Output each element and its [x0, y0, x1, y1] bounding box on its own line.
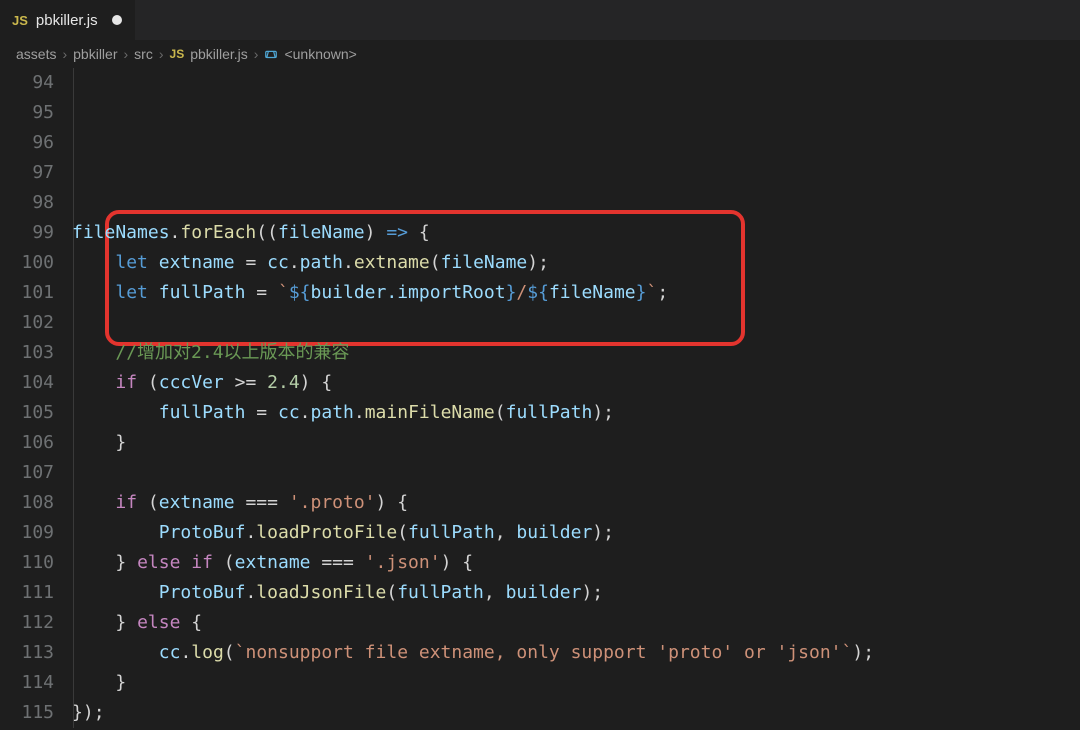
line-number: 100: [0, 248, 54, 278]
code-line[interactable]: });: [72, 698, 1080, 728]
code-line[interactable]: [72, 308, 1080, 338]
line-number: 94: [0, 68, 54, 98]
code-line[interactable]: if (extname === '.proto') {: [72, 488, 1080, 518]
line-number: 96: [0, 128, 54, 158]
breadcrumb-segment[interactable]: pbkiller: [73, 46, 117, 62]
code-line[interactable]: [72, 188, 1080, 218]
js-file-icon: JS: [170, 47, 185, 61]
line-number: 98: [0, 188, 54, 218]
code-line[interactable]: if (cccVer >= 2.4) {: [72, 368, 1080, 398]
line-number-gutter: 9495969798991001011021031041051061071081…: [0, 68, 72, 730]
breadcrumb-segment[interactable]: src: [134, 46, 153, 62]
line-number: 104: [0, 368, 54, 398]
tab-pbkiller-js[interactable]: JS pbkiller.js: [0, 0, 135, 40]
code-line[interactable]: let extname = cc.path.extname(fileName);: [72, 248, 1080, 278]
line-number: 97: [0, 158, 54, 188]
chevron-right-icon: ›: [159, 46, 164, 62]
code-line[interactable]: } else if (extname === '.json') {: [72, 548, 1080, 578]
line-number: 110: [0, 548, 54, 578]
chevron-right-icon: ›: [124, 46, 129, 62]
code-line[interactable]: ProtoBuf.loadProtoFile(fullPath, builder…: [72, 518, 1080, 548]
line-number: 113: [0, 638, 54, 668]
line-number: 106: [0, 428, 54, 458]
chevron-right-icon: ›: [254, 46, 259, 62]
code-line[interactable]: //增加对2.4以上版本的兼容: [72, 338, 1080, 368]
code-line[interactable]: [72, 458, 1080, 488]
chevron-right-icon: ›: [62, 46, 67, 62]
code-content[interactable]: fileNames.forEach((fileName) => { let ex…: [72, 68, 1080, 730]
breadcrumb[interactable]: assets › pbkiller › src › JS pbkiller.js…: [0, 40, 1080, 68]
line-number: 115: [0, 698, 54, 728]
line-number: 103: [0, 338, 54, 368]
line-number: 105: [0, 398, 54, 428]
tab-filename: pbkiller.js: [36, 12, 98, 29]
breadcrumb-file[interactable]: pbkiller.js: [190, 46, 248, 62]
line-number: 112: [0, 608, 54, 638]
code-line[interactable]: } else {: [72, 608, 1080, 638]
line-number: 108: [0, 488, 54, 518]
code-line[interactable]: let fullPath = `${builder.importRoot}/${…: [72, 278, 1080, 308]
code-line[interactable]: }: [72, 668, 1080, 698]
line-number: 102: [0, 308, 54, 338]
line-number: 109: [0, 518, 54, 548]
code-editor[interactable]: 9495969798991001011021031041051061071081…: [0, 68, 1080, 730]
code-line[interactable]: fileNames.forEach((fileName) => {: [72, 218, 1080, 248]
line-number: 114: [0, 668, 54, 698]
line-number: 111: [0, 578, 54, 608]
code-line[interactable]: ProtoBuf.loadJsonFile(fullPath, builder)…: [72, 578, 1080, 608]
code-line[interactable]: }: [72, 428, 1080, 458]
dirty-indicator-icon: [112, 15, 122, 25]
breadcrumb-segment[interactable]: assets: [16, 46, 56, 62]
line-number: 99: [0, 218, 54, 248]
code-line[interactable]: fullPath = cc.path.mainFileName(fullPath…: [72, 398, 1080, 428]
variable-icon: [264, 47, 278, 61]
line-number: 95: [0, 98, 54, 128]
js-file-icon: JS: [12, 13, 28, 28]
code-line[interactable]: cc.log(`nonsupport file extname, only su…: [72, 638, 1080, 668]
tab-bar: JS pbkiller.js: [0, 0, 1080, 40]
line-number: 107: [0, 458, 54, 488]
line-number: 101: [0, 278, 54, 308]
breadcrumb-symbol[interactable]: <unknown>: [284, 46, 356, 62]
